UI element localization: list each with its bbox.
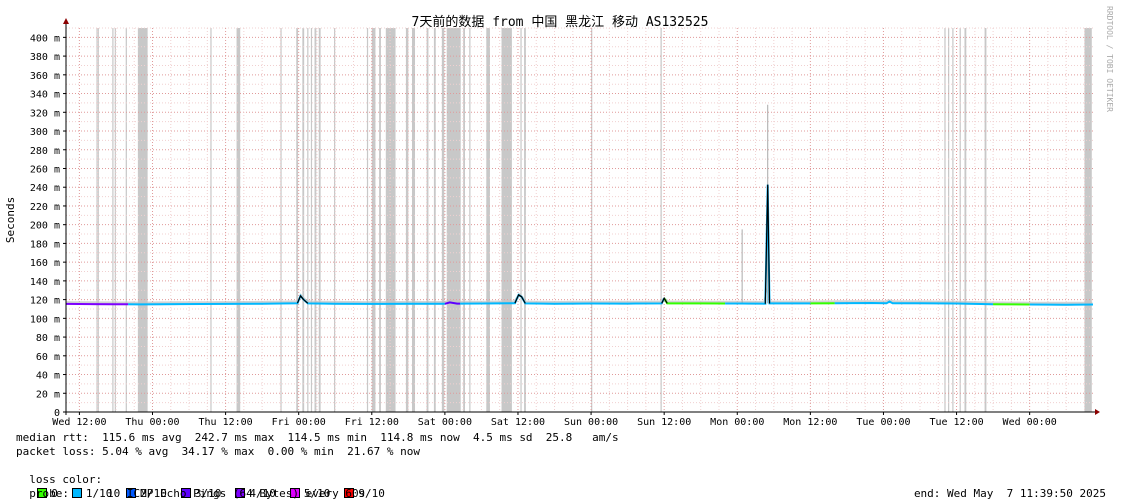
y-axis-arrow (63, 18, 69, 24)
chart-title: 7天前的数据 from 中国 黑龙江 移动 AS132525 (412, 14, 709, 30)
end-timestamp: end: Wed May 7 11:39:50 2025 (914, 487, 1106, 501)
loss-band (126, 28, 127, 412)
loss-band (486, 28, 490, 412)
loss-band (307, 28, 308, 412)
y-tick-label: 360 m (30, 71, 60, 82)
x-tick-label: Mon 00:00 (710, 417, 764, 428)
loss-band (985, 28, 987, 412)
x-tick-label: Sat 00:00 (418, 417, 472, 428)
median-rtt-stats: median rtt: 115.6 ms avg 242.7 ms max 11… (16, 431, 619, 445)
loss-band (372, 28, 376, 412)
loss-band (237, 28, 241, 412)
y-tick-label: 260 m (30, 164, 60, 175)
loss-band (502, 28, 512, 412)
y-tick-label: 380 m (30, 52, 60, 63)
loss-band (960, 28, 961, 412)
x-tick-label: Tue 12:00 (929, 417, 983, 428)
x-tick-label: Sun 00:00 (564, 417, 618, 428)
x-tick-label: Sun 12:00 (637, 417, 691, 428)
loss-band (296, 28, 298, 412)
loss-band (138, 28, 148, 412)
loss-band (469, 28, 470, 412)
loss-band (367, 28, 368, 412)
x-tick-label: Fri 12:00 (345, 417, 399, 428)
y-tick-labels: 020 m40 m60 m80 m100 m120 m140 m160 m180… (30, 33, 66, 419)
loss-band (210, 28, 211, 412)
loss-band (412, 28, 415, 412)
x-axis-arrow (1095, 409, 1100, 415)
x-tick-label: Wed 00:00 (1003, 417, 1057, 428)
y-tick-label: 100 m (30, 314, 60, 325)
y-tick-label: 120 m (30, 296, 60, 307)
y-tick-label: 320 m (30, 108, 60, 119)
packet-loss-stats: packet loss: 5.04 % avg 34.17 % max 0.00… (16, 445, 420, 459)
x-tick-label: Mon 12:00 (783, 417, 837, 428)
y-axis-label: Seconds (4, 197, 17, 243)
loss-band (524, 28, 526, 412)
loss-band (948, 28, 949, 412)
y-tick-label: 40 m (36, 371, 60, 382)
loss-band (379, 28, 381, 412)
median-segment (445, 302, 460, 303)
packet-loss-bands (96, 28, 1091, 412)
x-tick-label: Thu 12:00 (198, 417, 252, 428)
loss-band (315, 28, 317, 412)
loss-band (434, 28, 436, 412)
loss-band (447, 28, 461, 412)
rrdtool-watermark: RRDTOOL / TOBI OETIKER (1105, 6, 1114, 112)
loss-band (302, 28, 304, 412)
median-rtt-line (66, 185, 1093, 305)
loss-band (442, 28, 444, 412)
x-tick-label: Tue 00:00 (856, 417, 910, 428)
y-tick-label: 400 m (30, 33, 60, 44)
x-tick-labels: Wed 12:00 Thu 00:00 Thu 12:00 Fri 00:00 Fri … (52, 412, 1056, 428)
loss-band (964, 28, 966, 412)
x-tick-label: Fri 00:00 (272, 417, 326, 428)
x-tick-label: Wed 12:00 (52, 417, 106, 428)
loss-band (944, 28, 945, 412)
y-tick-label: 280 m (30, 146, 60, 157)
y-tick-label: 340 m (30, 90, 60, 101)
loss-band (520, 28, 521, 412)
loss-band (661, 28, 662, 412)
y-tick-label: 20 m (36, 389, 60, 400)
median-segment (128, 296, 445, 305)
loss-band (112, 28, 113, 412)
loss-band (311, 28, 312, 412)
smokeping-chart: 020 m40 m60 m80 m100 m120 m140 m160 m180… (0, 0, 1121, 494)
probe-description: 10 ICMP Echo Pings (64 Bytes) every 60s (107, 487, 365, 501)
y-tick-label: 300 m (30, 127, 60, 138)
y-tick-label: 180 m (30, 239, 60, 250)
y-tick-label: 240 m (30, 183, 60, 194)
y-tick-label: 60 m (36, 352, 60, 363)
loss-band (386, 28, 396, 412)
y-tick-label: 140 m (30, 277, 60, 288)
y-tick-label: 200 m (30, 221, 60, 232)
x-tick-label: Sat 12:00 (491, 417, 545, 428)
chart-grid (66, 28, 1093, 412)
x-tick-label: Thu 00:00 (125, 417, 179, 428)
loss-band (319, 28, 321, 412)
y-tick-label: 80 m (36, 333, 60, 344)
loss-band (952, 28, 953, 412)
probe-row: probe:10 ICMP Echo Pings (64 Bytes) ever… (16, 473, 1106, 501)
y-tick-label: 220 m (30, 202, 60, 213)
loss-band (1084, 28, 1091, 412)
y-tick-label: 160 m (30, 258, 60, 269)
